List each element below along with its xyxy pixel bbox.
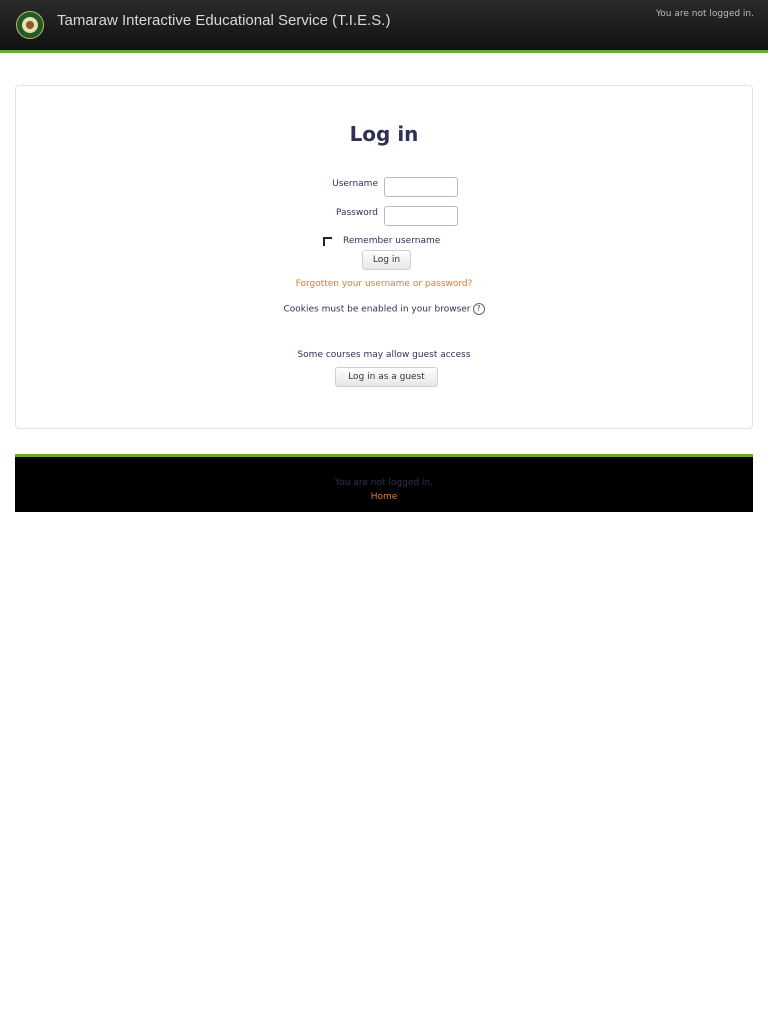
login-status: You are not logged in. [656,9,754,19]
remember-username-checkbox[interactable] [323,237,332,246]
page-title: Log in [349,122,419,146]
username-input[interactable] [384,177,458,197]
site-title[interactable]: Tamaraw Interactive Educational Service … [57,12,390,29]
seal-core [26,21,34,29]
cookies-notice-text: Cookies must be enabled in your browser [283,304,471,315]
forgot-password-link[interactable]: Forgotten your username or password? [16,279,752,289]
school-seal-icon[interactable] [16,11,44,39]
footer-home-link[interactable]: Home [15,492,753,502]
guest-access-notice: Some courses may allow guest access [297,350,471,360]
login-button[interactable]: Log in [362,250,411,270]
cookies-notice: Cookies must be enabled in your browser? [16,303,752,315]
password-label: Password [335,208,378,218]
password-input[interactable] [384,206,458,226]
footer-login-status: You are not logged in. [335,478,433,488]
login-panel: Log in Username Password Remember userna… [15,85,753,429]
remember-username-label[interactable]: Remember username [343,236,440,246]
site-header: Tamaraw Interactive Educational Service … [0,0,768,53]
username-label: Username [332,179,378,189]
seal-inner [22,17,38,33]
question-circle-icon[interactable]: ? [472,303,485,315]
site-footer: You are not logged in. Home [15,454,753,512]
guest-login-button[interactable]: Log in as a guest [335,367,438,387]
